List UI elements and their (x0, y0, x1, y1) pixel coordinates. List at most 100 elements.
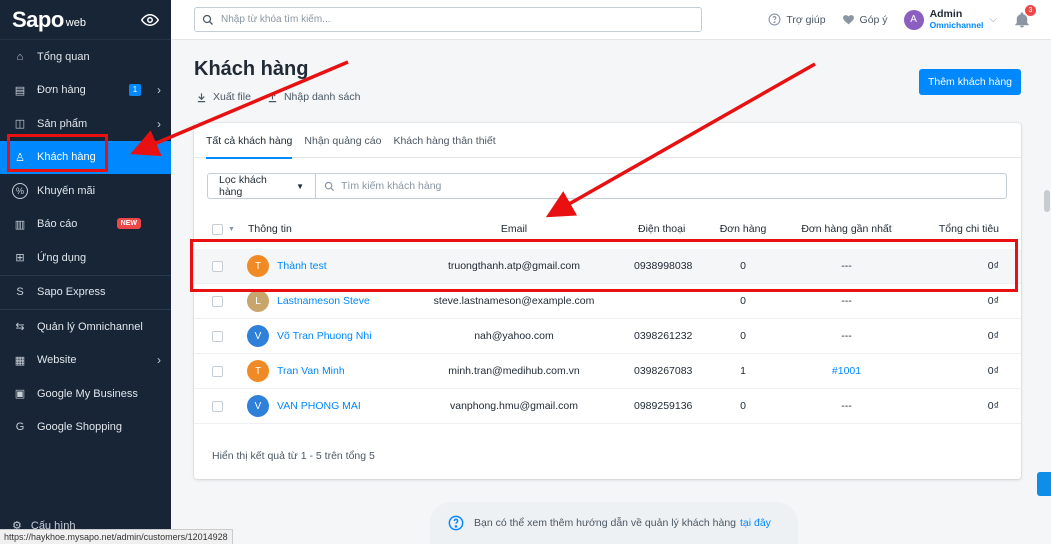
sidebar-item-label: Sản phẩm (37, 117, 88, 130)
sidebar-item-9[interactable]: ⇆ Quản lý Omnichannel (0, 310, 171, 344)
notification-count: 3 (1025, 4, 1036, 16)
cell-orders: 0 (740, 330, 746, 342)
notifications-button[interactable]: 3 (1013, 4, 1036, 29)
cell-phone: 0398261232 (634, 330, 693, 342)
row-checkbox[interactable] (212, 365, 223, 377)
google-icon: G (15, 421, 25, 434)
chevron-right-icon: › (157, 353, 161, 368)
teamviewer-icon[interactable] (1037, 472, 1051, 496)
sidebar-item-label: Sapo Express (37, 286, 106, 299)
status-url: https://haykhoe.mysapo.net/admin/custome… (0, 529, 233, 544)
sidebar-item-label: Quản lý Omnichannel (37, 320, 143, 333)
cell-last-order: --- (841, 400, 852, 412)
cell-last-order[interactable]: #1001 (789, 354, 904, 388)
cell-info: V Võ Tran Phuong Nhi (247, 319, 372, 353)
sidebar-item-2[interactable]: ▤ Đơn hàng 1 › (0, 74, 171, 108)
user-info: Admin Omnichannel (929, 9, 984, 31)
new-badge: NEW (116, 217, 141, 229)
download-icon (197, 92, 206, 102)
table-row[interactable]: T Tran Van Minh minh.tran@medihub.com.vn 03… (194, 354, 1021, 389)
sidebar-item-label: Tổng quan (37, 50, 90, 63)
filter-label: Lọc khách hàng (219, 174, 267, 198)
page-scrollbar[interactable] (1041, 40, 1051, 544)
export-link[interactable]: Xuất file (196, 91, 251, 103)
global-search-input[interactable]: Nhập từ khóa tìm kiếm... (194, 7, 702, 32)
upload-icon (268, 92, 277, 102)
cell-info: T Tran Van Minh (247, 354, 345, 388)
table-row[interactable]: V Võ Tran Phuong Nhi nah@yahoo.com 03982612… (194, 319, 1021, 354)
caret-down-icon[interactable]: ▼ (228, 226, 235, 233)
tab-3[interactable]: Khách hàng thân thiết (393, 123, 495, 158)
top-actions: Trợ giúp Góp ý A Admin Omnichannel ⌵ 3 (768, 4, 1051, 31)
user-menu[interactable]: A Admin Omnichannel ⌵ (903, 9, 997, 31)
sidebar-item-5[interactable]: % Khuyến mãi (0, 174, 171, 208)
row-select[interactable] (212, 319, 223, 353)
avatar: L (247, 290, 269, 312)
apps-icon: ⊞ (15, 252, 25, 265)
sidebar-item-12[interactable]: G Google Shopping (0, 411, 171, 445)
sidebar-item-7[interactable]: ⊞ Ứng dụng (0, 241, 171, 275)
omnichannel-icon: ⇆ (15, 321, 25, 334)
caret-down-icon: ▼ (296, 181, 304, 191)
customer-name-link[interactable]: Tran Van Minh (277, 365, 345, 377)
user-role: Omnichannel (929, 20, 984, 30)
cell-email: nah@yahoo.com (474, 330, 554, 342)
tab-2[interactable]: Nhận quảng cáo (304, 123, 381, 158)
customer-info: V VAN PHONG MAI (247, 395, 361, 417)
sidebar-item-10[interactable]: ▦ Website › (0, 344, 171, 378)
add-customer-button[interactable]: Thêm khách hàng (919, 69, 1021, 95)
customer-info: V Võ Tran Phuong Nhi (247, 325, 372, 347)
customer-name-link[interactable]: Võ Tran Phuong Nhi (277, 330, 372, 342)
cell-email: vanphong.hmu@gmail.com (450, 400, 578, 412)
cell-total: 0₫ (987, 330, 999, 342)
customer-info: L Lastnameson Steve (247, 290, 370, 312)
logo-sub: web (65, 16, 86, 29)
select-all[interactable]: ▼ (212, 219, 235, 239)
import-link[interactable]: Nhập danh sách (267, 91, 360, 103)
header-orders: Đơn hàng (719, 223, 767, 235)
avatar: V (247, 325, 269, 347)
heart-icon (842, 15, 854, 25)
table-row[interactable]: V VAN PHONG MAI vanphong.hmu@gmail.com 0989… (194, 389, 1021, 424)
help-link-here[interactable]: tại đây (740, 517, 771, 529)
row-select[interactable] (212, 389, 223, 423)
avatar: A (903, 9, 924, 30)
sapo-logo[interactable]: Sapo (12, 7, 64, 33)
scrollbar-thumb[interactable] (1044, 190, 1050, 212)
feedback-label: Góp ý (859, 13, 888, 26)
sidebar-item-6[interactable]: ▥ Báo cáo NEW (0, 208, 171, 242)
eye-icon[interactable] (141, 11, 159, 29)
logo-row: Sapo web (0, 0, 171, 40)
order-count-badge: 1 (129, 83, 141, 96)
avatar: V (247, 395, 269, 417)
export-label: Xuất file (213, 91, 251, 103)
sidebar-item-1[interactable]: ⌂ Tổng quan (0, 40, 171, 74)
row-checkbox[interactable] (212, 330, 223, 342)
product-icon: ◫ (14, 118, 26, 131)
row-select[interactable] (212, 354, 223, 388)
customer-name-link[interactable]: VAN PHONG MAI (277, 400, 361, 412)
cell-orders: 0 (740, 400, 746, 412)
customer-search-input[interactable]: Tìm kiếm khách hàng (316, 173, 1007, 199)
select-all-checkbox[interactable] (212, 223, 223, 235)
sidebar-item-8[interactable]: S Sapo Express (0, 276, 171, 310)
store-icon: ▣ (14, 388, 26, 401)
help-banner: Bạn có thể xem thêm hướng dẫn về quản lý… (430, 502, 798, 544)
tab-1[interactable]: Tất cả khách hàng (206, 123, 293, 159)
sidebar: Sapo web ⌂ Tổng quan ▤ Đơn hàng 1 › ◫ Sản phẩm ›… (0, 0, 233, 544)
customer-name-link[interactable]: Lastnameson Steve (277, 295, 370, 307)
sidebar-item-11[interactable]: ▣ Google My Business (0, 377, 171, 411)
header-info: Thông tin (248, 223, 292, 235)
feedback-link[interactable]: Góp ý (842, 13, 888, 26)
page-actions: Xuất file Nhập danh sách (196, 91, 360, 103)
filter-row: Lọc khách hàng ▼ Tìm kiếm khách hàng (207, 173, 1007, 199)
chart-icon: ▥ (14, 218, 26, 231)
filter-button[interactable]: Lọc khách hàng ▼ (207, 173, 316, 199)
row-checkbox[interactable] (212, 400, 223, 412)
row-checkbox[interactable] (212, 295, 223, 307)
cell-info: V VAN PHONG MAI (247, 389, 361, 423)
cell-orders: 1 (740, 365, 746, 377)
help-link[interactable]: Trợ giúp (768, 13, 826, 26)
avatar: T (247, 360, 269, 382)
tabs: Tất cả khách hàng Nhận quảng cáo Khách hàn… (194, 123, 1021, 159)
